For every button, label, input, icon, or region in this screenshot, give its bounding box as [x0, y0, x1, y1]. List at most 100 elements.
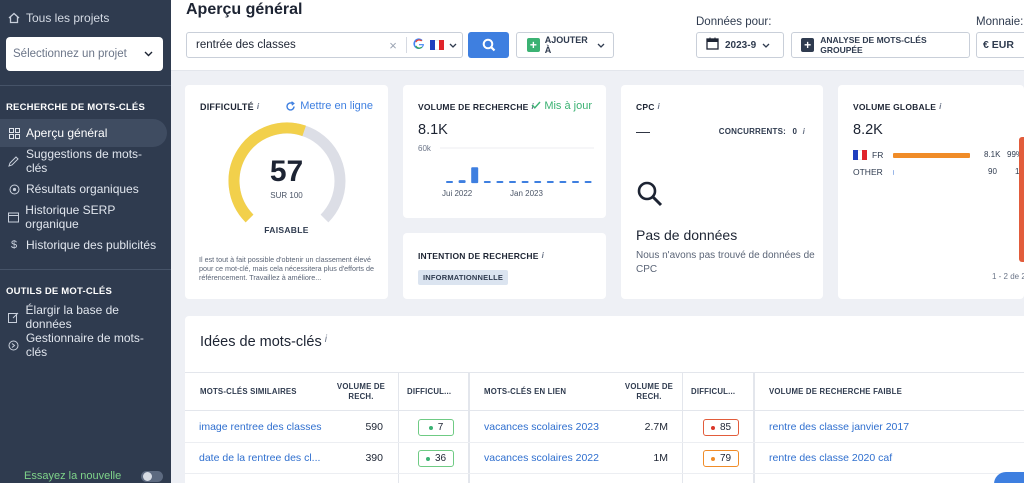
difficulty-title: DIFFICULTÉ i [200, 102, 259, 112]
table-header: MOTS-CLÉS SIMILAIRES VOLUME DE RECH. DIF… [185, 372, 1024, 411]
volume-bar[interactable] [483, 181, 491, 183]
sidebar-item-serp-history[interactable]: Historique SERP organique [0, 203, 171, 231]
volume-cell: 590 [365, 421, 383, 433]
info-icon[interactable]: i [542, 251, 544, 260]
new-version-toggle[interactable] [141, 470, 163, 482]
project-select[interactable]: Sélectionnez un projet [6, 37, 163, 71]
keyword-link[interactable]: image rentree des classes [199, 417, 322, 437]
date-select[interactable]: 2023-9 [696, 32, 784, 58]
global-volume-title: VOLUME GLOBALE i [853, 102, 942, 112]
column-header-difficulty[interactable]: DIFFICUL... [691, 373, 751, 410]
column-header-similar[interactable]: MOTS-CLÉS SIMILAIRES [200, 373, 340, 410]
chevron-down-icon [144, 48, 153, 60]
keyword-link[interactable]: date de la rentree des cl... [199, 448, 320, 468]
cpc-card: CPC i — CONCURRENTS: 0 i Pas de données N… [621, 85, 823, 299]
column-divider [753, 372, 755, 483]
sidebar-item-label: Historique des publicités [26, 238, 157, 252]
competitors-value: 0 [792, 127, 798, 136]
difficulty-badge: 7 [418, 419, 454, 436]
keyword-link[interactable]: rentre des classe janvier 2017 [769, 417, 909, 437]
column-header-volume[interactable]: VOLUME DE RECH. [335, 373, 387, 410]
volume-bar[interactable] [509, 181, 516, 183]
sidebar-item-keyword-manager[interactable]: Gestionnaire de mots-clés [0, 331, 171, 359]
volume-bar[interactable] [584, 181, 592, 183]
keyword-ideas-title: Idées de mots-clés i [200, 334, 327, 350]
bulk-analysis-button[interactable]: + ANALYSE DE MOTS-CLÉS GROUPÉE [791, 32, 970, 58]
header: Aperçu général rentrée des classes × + A… [171, 0, 1024, 71]
plus-icon: + [527, 38, 540, 52]
sidebar-item-label: Gestionnaire de mots-clés [25, 331, 144, 359]
try-new-version[interactable]: Essayez la nouvelle [0, 469, 171, 483]
search-volume-card: VOLUME DE RECHERCHE i Mis à jour 8.1K 60k… [403, 85, 606, 218]
all-projects-link[interactable]: Tous les projets [0, 0, 171, 25]
add-to-button[interactable]: + AJOUTER À [516, 32, 614, 58]
sidebar-item-overview[interactable]: Aperçu général [0, 119, 167, 147]
volume-bar[interactable] [572, 181, 579, 183]
global-volume-card: VOLUME GLOBALE i 8.2K FR 8.1K 99% OTHER 9… [838, 85, 1024, 299]
chevron-down-icon[interactable] [444, 40, 462, 50]
volume-bar[interactable] [559, 181, 567, 183]
currency-select[interactable]: € EUR [976, 32, 1024, 58]
difficulty-label: FAISABLE [264, 225, 309, 235]
search-icon [482, 38, 495, 52]
x-tick-label: Jan 2023 [510, 189, 543, 198]
plus-icon: + [801, 38, 815, 52]
difficulty-title-text: DIFFICULTÉ [200, 102, 254, 112]
keyword-ideas-title-text: Idées de mots-clés [200, 334, 322, 350]
add-to-label: AJOUTER À [544, 35, 588, 55]
sidebar-item-suggestions[interactable]: Suggestions de mots-clés [0, 147, 171, 175]
info-icon[interactable]: i [257, 102, 259, 111]
dot-icon [710, 425, 715, 430]
volume-bar[interactable] [446, 181, 453, 183]
sidebar-divider [0, 269, 171, 270]
chevron-down-icon [597, 40, 605, 50]
refresh-link[interactable]: Mettre en ligne [285, 100, 373, 112]
volume-bar[interactable] [521, 181, 529, 183]
difficulty-badge: 85 [703, 419, 739, 436]
pencil-icon [8, 155, 20, 167]
difficulty-description: Il est tout à fait possible d'obtenir un… [199, 255, 375, 283]
keyword-link[interactable]: vacances scolaires 2022 [484, 448, 599, 468]
search-button[interactable] [468, 32, 509, 58]
global-volume-title-text: VOLUME GLOBALE [853, 102, 937, 112]
column-header-related[interactable]: MOTS-CLÉS EN LIEN [484, 373, 624, 410]
home-icon [8, 12, 20, 24]
search-volume-title: VOLUME DE RECHERCHE i [418, 102, 534, 112]
chevron-down-icon [762, 40, 770, 51]
chat-widget-button[interactable] [994, 472, 1024, 483]
share-bar [893, 169, 894, 175]
column-header-difficulty[interactable]: DIFFICUL... [407, 373, 467, 410]
volume-bar[interactable] [471, 167, 479, 184]
circle-arrow-icon [8, 339, 20, 351]
intent-title-text: INTENTION DE RECHERCHE [418, 251, 539, 261]
close-icon[interactable]: × [384, 38, 402, 53]
bulk-analysis-label: ANALYSE DE MOTS-CLÉS GROUPÉE [820, 35, 927, 55]
keyword-link[interactable]: vacances scolaires 2023 [484, 417, 599, 437]
sidebar-item-ads-history[interactable]: $ Historique des publicités [0, 231, 171, 259]
info-icon[interactable]: i [939, 102, 941, 111]
currency-value: € EUR [983, 39, 1014, 51]
edit-box-icon [8, 311, 20, 323]
date-value: 2023-9 [725, 39, 757, 51]
column-header-volume[interactable]: VOLUME DE RECH. [623, 373, 675, 410]
column-divider [468, 372, 470, 483]
info-icon[interactable]: i [803, 127, 805, 136]
keyword-link[interactable]: rentre des classe 2020 caf [769, 448, 892, 468]
row-divider [185, 473, 1024, 474]
info-icon[interactable]: i [325, 334, 327, 345]
keyword-input[interactable]: rentrée des classes × [186, 32, 463, 58]
column-header-low-volume[interactable]: VOLUME DE RECHERCHE FAIBLE [769, 373, 989, 410]
difficulty-card: DIFFICULTÉ i Mettre en ligne 57 SUR 100 F… [185, 85, 388, 299]
sidebar-item-expand-database[interactable]: Élargir la base de données [0, 303, 171, 331]
volume-bar[interactable] [496, 181, 504, 183]
refresh-label: Mettre en ligne [300, 100, 373, 112]
volume-bar[interactable] [534, 181, 542, 183]
sidebar-item-organic-results[interactable]: Résultats organiques [0, 175, 171, 203]
info-icon[interactable]: i [658, 102, 660, 111]
sidebar: Tous les projets Sélectionnez un projet … [0, 0, 171, 483]
volume-bar[interactable] [546, 181, 554, 183]
sidebar-item-label: Historique SERP organique [25, 203, 116, 231]
pagination-label: 1 - 2 de 2 [992, 272, 1024, 281]
volume-bar[interactable] [458, 180, 466, 183]
global-volume-row: OTHER [853, 167, 1024, 177]
